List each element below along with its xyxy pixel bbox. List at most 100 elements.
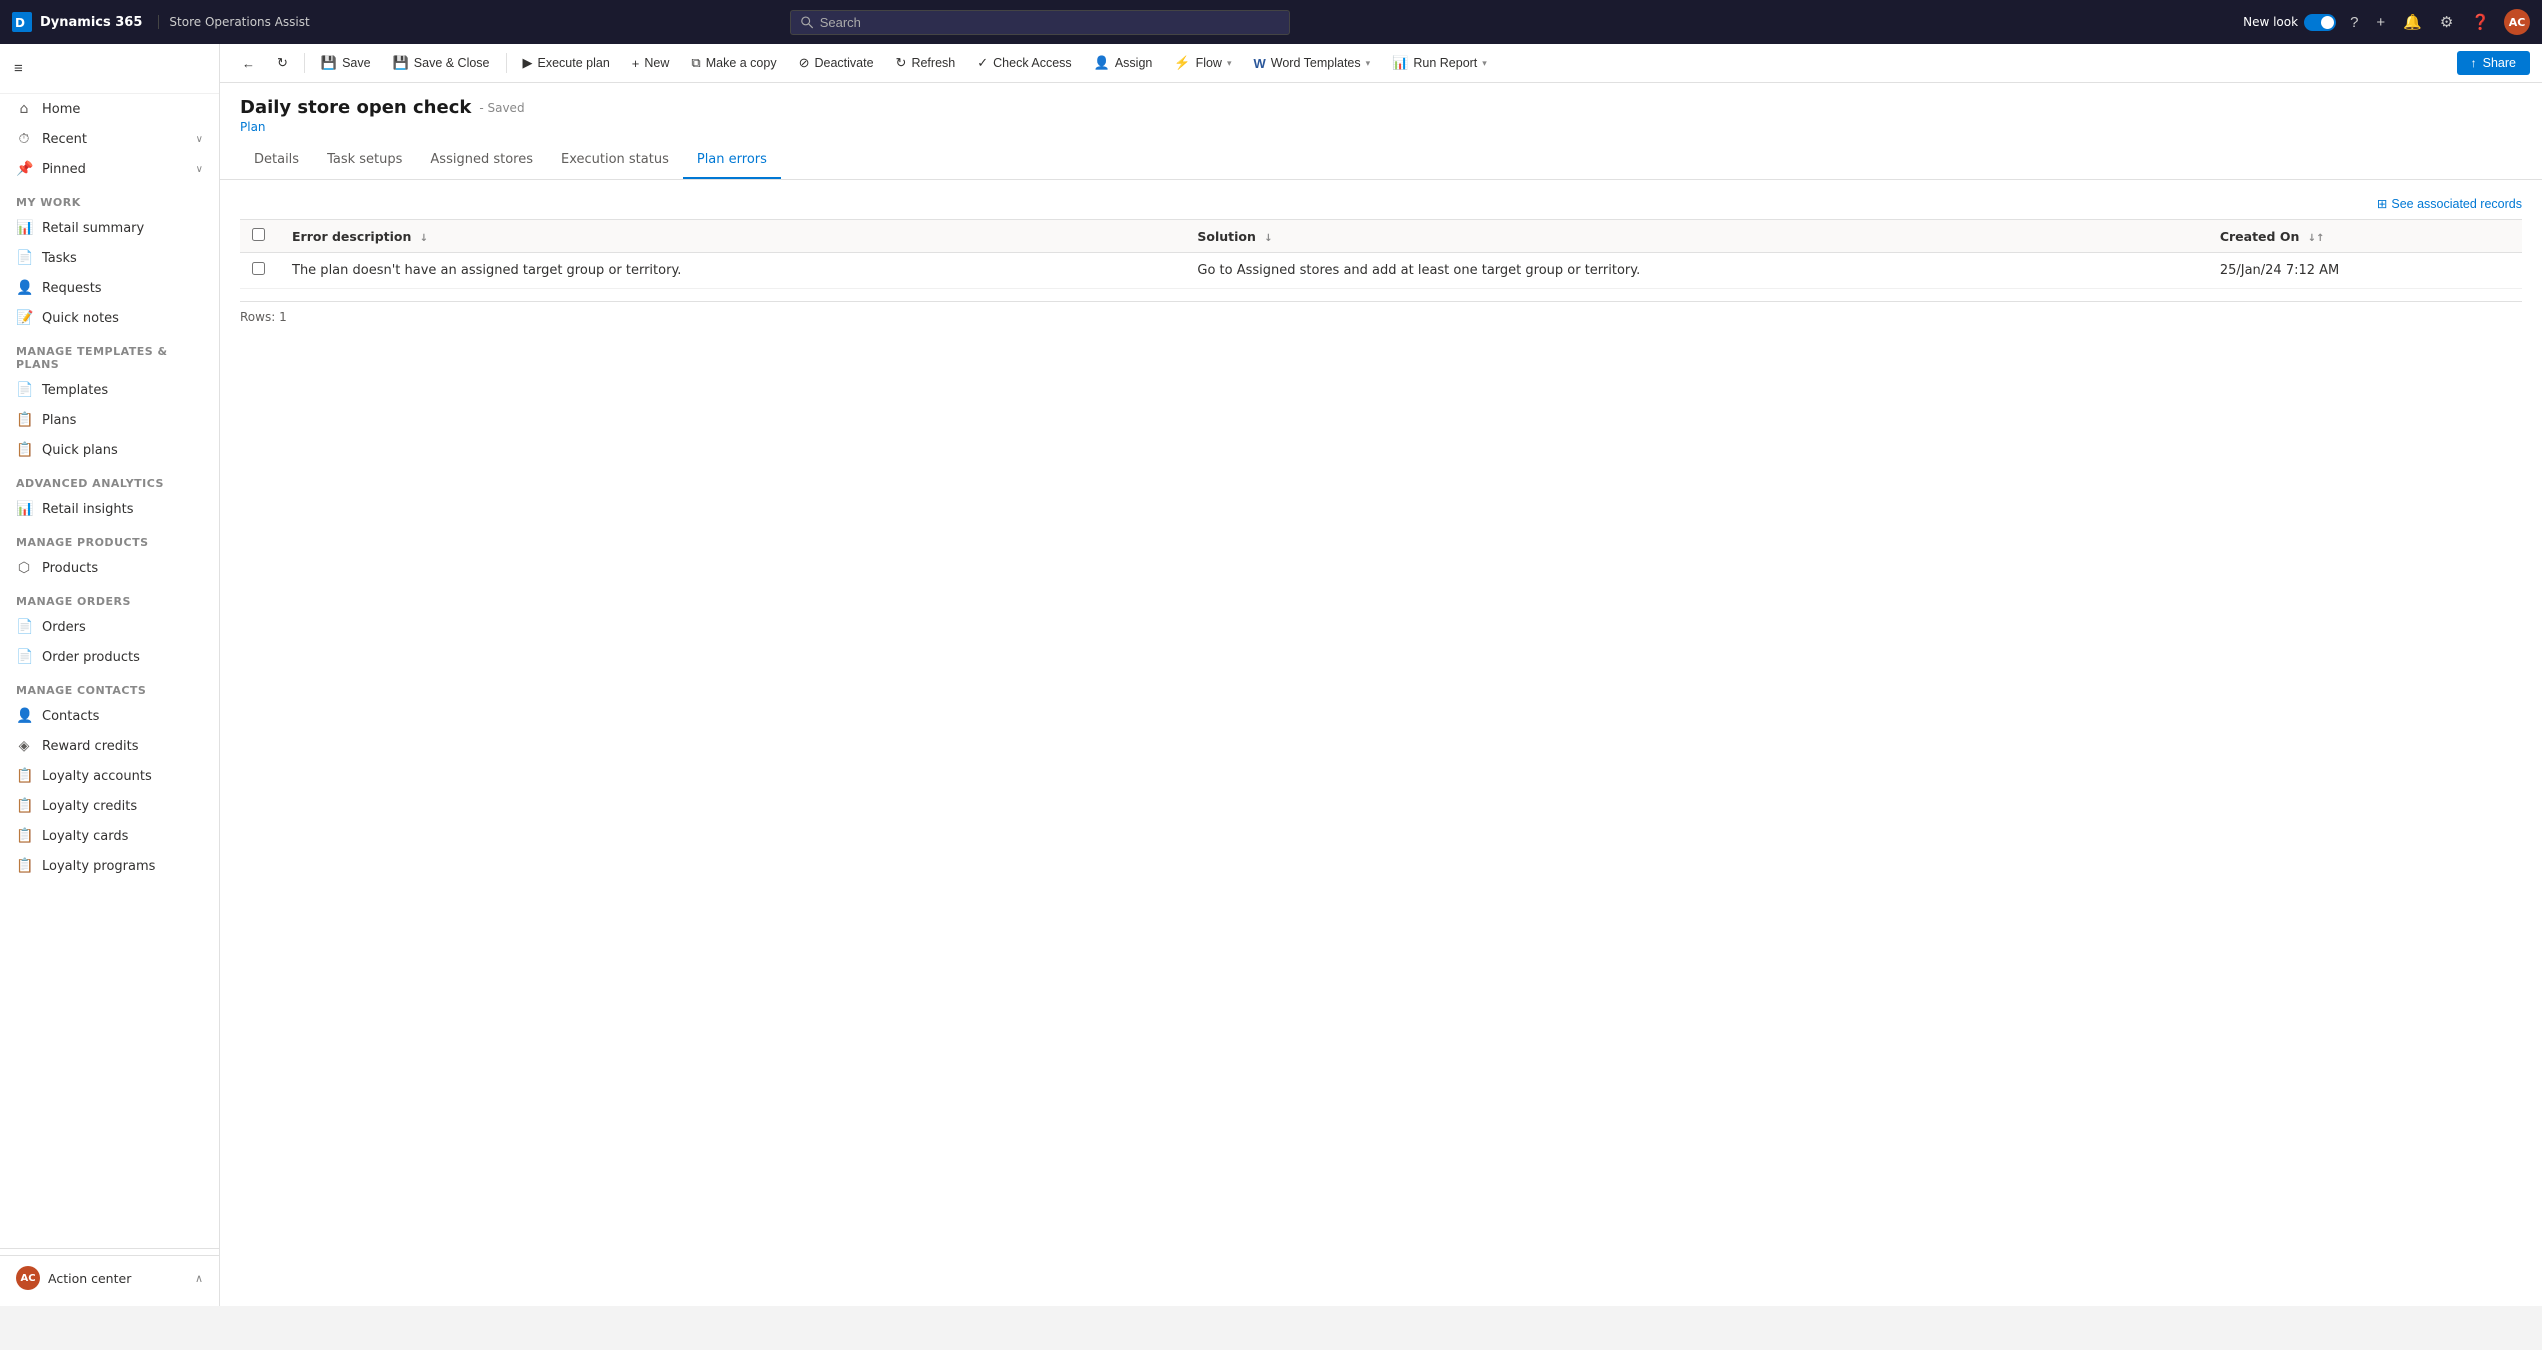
sidebar-item-quick-notes[interactable]: 📝 Quick notes — [0, 303, 219, 333]
sidebar-item-products-label: Products — [42, 561, 98, 576]
avatar[interactable]: AC — [2504, 9, 2530, 35]
sidebar-item-loyalty-programs[interactable]: 📋 Loyalty programs — [0, 851, 219, 881]
word-templates-button[interactable]: W Word Templates ▾ — [1244, 51, 1381, 76]
execute-plan-button[interactable]: ▶ Execute plan — [513, 50, 620, 76]
check-access-button[interactable]: ✓ Check Access — [967, 50, 1081, 76]
new-button[interactable]: + New — [622, 51, 680, 76]
tab-details[interactable]: Details — [240, 144, 313, 179]
row-checkbox-cell[interactable] — [240, 253, 280, 289]
notifications-icon[interactable]: 🔔 — [2399, 9, 2426, 35]
sidebar-item-plans-label: Plans — [42, 413, 76, 428]
sidebar-item-quick-plans[interactable]: 📋 Quick plans — [0, 435, 219, 465]
action-center[interactable]: AC Action center ∧ — [0, 1255, 219, 1300]
sidebar-top: ≡ — [0, 44, 219, 94]
sidebar-item-orders-label: Orders — [42, 620, 86, 635]
sidebar-item-pinned[interactable]: 📌 Pinned ∨ — [0, 154, 219, 184]
save-button[interactable]: 💾 Save — [311, 50, 381, 76]
select-all-header[interactable] — [240, 220, 280, 253]
brand-logo[interactable]: D Dynamics 365 — [12, 12, 142, 32]
sidebar-item-order-products[interactable]: 📄 Order products — [0, 642, 219, 672]
sidebar-item-loyalty-credits[interactable]: 📋 Loyalty credits — [0, 791, 219, 821]
quick-notes-icon: 📝 — [16, 310, 32, 326]
orders-icon: 📄 — [16, 619, 32, 635]
sidebar-item-loyalty-accounts[interactable]: 📋 Loyalty accounts — [0, 761, 219, 791]
plans-icon: 📋 — [16, 412, 32, 428]
sidebar-item-contacts[interactable]: 👤 Contacts — [0, 701, 219, 731]
search-box[interactable] — [790, 10, 1290, 35]
flow-button[interactable]: ⚡ Flow ▾ — [1164, 50, 1241, 76]
col-solution[interactable]: Solution ↓ — [1185, 220, 2207, 253]
see-associated-icon: ⊞ — [2377, 196, 2387, 211]
record-header: Daily store open check - Saved Plan Deta… — [220, 83, 2542, 180]
save-close-button[interactable]: 💾 Save & Close — [383, 50, 500, 76]
sidebar-item-products[interactable]: ⬡ Products — [0, 553, 219, 583]
question-icon[interactable]: ❓ — [2467, 9, 2494, 35]
run-report-dropdown-arrow: ▾ — [1482, 58, 1487, 69]
sidebar-item-loyalty-programs-label: Loyalty programs — [42, 859, 155, 874]
col-created-on[interactable]: Created On ↓↑ — [2208, 220, 2522, 253]
search-input[interactable] — [820, 15, 1280, 30]
manage-orders-section: Manage orders — [0, 583, 219, 612]
make-copy-label: Make a copy — [706, 56, 777, 70]
assign-button[interactable]: 👤 Assign — [1084, 50, 1163, 76]
retail-insights-icon: 📊 — [16, 501, 32, 517]
share-label: Share — [2483, 56, 2516, 70]
back-button[interactable]: ← — [232, 51, 265, 76]
help-icon[interactable]: ? — [2346, 10, 2362, 35]
sidebar-item-reward-credits[interactable]: ◈ Reward credits — [0, 731, 219, 761]
check-access-label: Check Access — [993, 56, 1072, 70]
sidebar-item-orders[interactable]: 📄 Orders — [0, 612, 219, 642]
select-all-checkbox[interactable] — [252, 228, 265, 241]
add-icon[interactable]: + — [2372, 10, 2389, 35]
col-error-description[interactable]: Error description ↓ — [280, 220, 1185, 253]
col-solution-label: Solution — [1197, 229, 1256, 244]
order-products-icon: 📄 — [16, 649, 32, 665]
deactivate-button[interactable]: ⊘ Deactivate — [789, 50, 884, 76]
sidebar-item-retail-summary[interactable]: 📊 Retail summary — [0, 213, 219, 243]
cell-solution: Go to Assigned stores and add at least o… — [1185, 253, 2207, 289]
make-copy-button[interactable]: ⧉ Make a copy — [681, 50, 786, 76]
share-button[interactable]: ↑ Share — [2457, 51, 2530, 75]
pinned-icon: 📌 — [16, 161, 32, 177]
hamburger-button[interactable]: ≡ — [0, 52, 37, 85]
action-center-label: Action center — [48, 1271, 131, 1286]
run-report-button[interactable]: 📊 Run Report ▾ — [1382, 50, 1497, 76]
flow-icon: ⚡ — [1174, 55, 1190, 71]
command-bar: ← ↻ 💾 Save 💾 Save & Close ▶ Execute plan… — [220, 44, 2542, 83]
table-row[interactable]: The plan doesn't have an assigned target… — [240, 253, 2522, 289]
sidebar-item-tasks[interactable]: 📄 Tasks — [0, 243, 219, 273]
sidebar-item-home[interactable]: ⌂ Home — [0, 94, 219, 124]
tab-assigned-stores[interactable]: Assigned stores — [416, 144, 547, 179]
action-center-expand[interactable]: ∧ — [195, 1272, 203, 1285]
see-associated-button[interactable]: ⊞ See associated records — [2377, 196, 2522, 211]
table-toolbar: ⊞ See associated records — [240, 196, 2522, 211]
new-icon: + — [632, 56, 640, 71]
deactivate-label: Deactivate — [814, 56, 873, 70]
sidebar-item-loyalty-cards[interactable]: 📋 Loyalty cards — [0, 821, 219, 851]
forward-button[interactable]: ↻ — [267, 50, 298, 76]
loyalty-cards-icon: 📋 — [16, 828, 32, 844]
tab-plan-errors[interactable]: Plan errors — [683, 144, 781, 179]
dynamics-logo-icon: D — [12, 12, 32, 32]
top-navigation: D Dynamics 365 Store Operations Assist N… — [0, 0, 2542, 44]
new-look-toggle[interactable]: New look — [2243, 14, 2336, 31]
settings-icon[interactable]: ⚙ — [2436, 9, 2457, 35]
separator-1 — [304, 53, 305, 73]
refresh-icon: ↻ — [896, 55, 907, 71]
top-nav-right: New look ? + 🔔 ⚙ ❓ AC — [2243, 9, 2530, 35]
row-checkbox[interactable] — [252, 262, 265, 275]
manage-products-section: Manage products — [0, 524, 219, 553]
sidebar-item-recent[interactable]: ⏱ Recent ∨ — [0, 124, 219, 154]
tab-task-setups[interactable]: Task setups — [313, 144, 416, 179]
tab-execution-status[interactable]: Execution status — [547, 144, 683, 179]
sidebar-item-loyalty-accounts-label: Loyalty accounts — [42, 769, 152, 784]
solution-sort-icon: ↓ — [1264, 233, 1272, 244]
sidebar-item-templates[interactable]: 📄 Templates — [0, 375, 219, 405]
sidebar-item-requests[interactable]: 👤 Requests — [0, 273, 219, 303]
sidebar-item-plans[interactable]: 📋 Plans — [0, 405, 219, 435]
sidebar-item-retail-insights[interactable]: 📊 Retail insights — [0, 494, 219, 524]
recent-icon: ⏱ — [16, 131, 32, 147]
refresh-button[interactable]: ↻ Refresh — [886, 50, 966, 76]
loyalty-programs-icon: 📋 — [16, 858, 32, 874]
new-look-switch[interactable] — [2304, 14, 2336, 31]
